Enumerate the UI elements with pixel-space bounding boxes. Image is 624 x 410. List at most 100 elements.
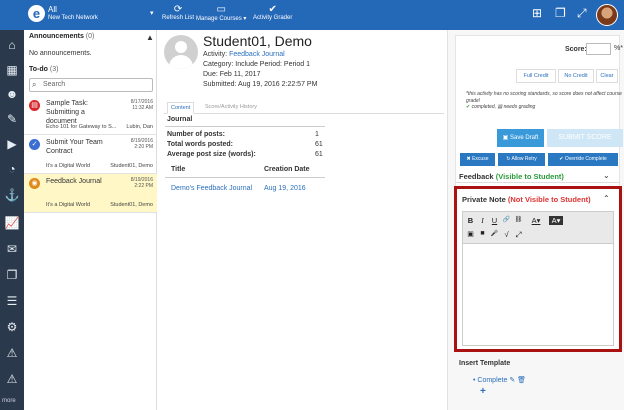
no-announcements-text: No announcements. <box>29 50 92 57</box>
full-credit-button[interactable]: Full Credit <box>516 69 556 83</box>
edit-icon[interactable]: ✎ <box>4 111 20 127</box>
bold-button[interactable]: B <box>466 216 475 225</box>
warning-icon[interactable]: ⚠ <box>4 371 20 387</box>
activity-link[interactable]: Feedback Journal <box>229 51 285 58</box>
top-bar: e All New Tech Network ▾ ⟳ Refresh List … <box>0 0 624 30</box>
italic-button[interactable]: I <box>478 216 487 225</box>
tab-score-history[interactable]: Score/Activity History <box>202 102 260 112</box>
tab-content[interactable]: Content <box>167 102 195 114</box>
todo-student: Lubin, Dan <box>126 124 153 130</box>
chevron-up-icon[interactable]: ⌃ <box>603 194 610 203</box>
clear-button[interactable]: Clear <box>596 69 618 83</box>
echo-logo[interactable]: e <box>28 5 45 22</box>
video-icon[interactable]: ■ <box>478 230 487 237</box>
plus-square-icon[interactable]: ⊞ <box>532 6 542 20</box>
todo-header[interactable]: To-do (3) <box>29 66 58 73</box>
chevron-down-icon[interactable]: ⌄ <box>603 171 610 180</box>
submitted-line: Submitted: Aug 19, 2016 2:22:57 PM <box>203 81 318 88</box>
microphone-icon[interactable]: 🎤 <box>490 230 499 237</box>
cogs-icon[interactable]: ⚙ <box>4 319 20 335</box>
left-panel: Announcements (0) ▲ No announcements. To… <box>24 30 157 410</box>
stat-label: Total words posted: <box>167 141 233 148</box>
content-tabs: Content Score/Activity History <box>164 102 444 114</box>
insert-template-title: Insert Template <box>459 360 511 367</box>
student-name: Student01, Demo <box>203 33 312 49</box>
todo-item[interactable]: ▤ Sample Task: Submitting a document 8/1… <box>24 96 157 135</box>
fullscreen-icon[interactable]: ⤢ <box>514 230 523 240</box>
network-name-label[interactable]: New Tech Network <box>48 15 98 21</box>
todo-count: (3) <box>49 66 59 73</box>
manage-courses-label: Manage Courses ▾ <box>196 16 247 22</box>
save-draft-button[interactable]: ▣ Save Draft <box>497 129 544 147</box>
announcements-header[interactable]: Announcements (0) <box>29 33 94 40</box>
dashboard-icon[interactable]: ◔ <box>4 161 20 177</box>
manage-courses-button[interactable]: ▭ Manage Courses ▾ <box>196 4 246 22</box>
calendar-icon[interactable]: ▦ <box>4 62 20 78</box>
todo-course: It's a Digital World <box>46 202 91 208</box>
private-note-section: Private Note (Not Visible to Student) ⌃ … <box>454 186 622 352</box>
expand-icon[interactable]: ⤢ <box>577 6 587 21</box>
column-header-title[interactable]: Title <box>171 166 185 173</box>
feedback-header[interactable]: Feedback (Visible to Student) <box>459 172 564 181</box>
user-avatar[interactable] <box>596 4 618 26</box>
template-item[interactable]: • Complete ✎ 🗑 <box>473 376 526 384</box>
due-line: Due: Feb 11, 2017 <box>203 71 261 78</box>
submit-score-button[interactable]: SUBMIT SCORE <box>547 129 623 147</box>
left-rail: ⌂ ▦ ☻ ✎ ▶ ◔ ⚓ 📈 ✉ ❐ ☰ ⚙ ⚠ ⚠ more <box>0 30 24 410</box>
chart-icon[interactable]: 📈 <box>4 215 20 231</box>
highlight-color-button[interactable]: A▾ <box>549 216 563 225</box>
todo-item[interactable]: ✓ Submit Your Team Contract 8/19/2016 2:2… <box>24 135 157 174</box>
math-icon[interactable]: √ <box>502 230 511 239</box>
home-icon[interactable]: ⌂ <box>4 37 20 53</box>
retry-icon: ↻ <box>506 156 511 162</box>
unlink-icon[interactable]: ⛓ <box>514 216 523 223</box>
copy-icon[interactable]: ❐ <box>555 6 566 20</box>
document-icon: ▤ <box>497 104 503 110</box>
allow-retry-button[interactable]: ↻ Allow Retry <box>498 153 545 166</box>
main-content: Student01, Demo Activity: Feedback Journ… <box>157 30 447 410</box>
todo-item-selected[interactable]: ◉ Feedback Journal 8/19/2016 2:22 PM It's… <box>24 174 157 213</box>
journal-icon: ◉ <box>29 178 40 189</box>
scoring-note: *this activity has no scoring standards,… <box>466 91 622 110</box>
stat-value: 1 <box>315 131 319 138</box>
refresh-list-button[interactable]: ⟳ Refresh List <box>162 4 194 21</box>
more-link[interactable]: more <box>2 398 16 404</box>
network-caret-icon[interactable]: ▾ <box>150 9 154 17</box>
play-icon[interactable]: ▶ <box>4 136 20 152</box>
journal-row-title-link[interactable]: Demo's Feedback Journal <box>171 185 252 192</box>
task-icon: ▤ <box>29 100 40 111</box>
mail-icon[interactable]: ✉ <box>4 241 20 257</box>
journal-row-date: Aug 19, 2016 <box>264 185 306 192</box>
column-header-date[interactable]: Creation Date <box>264 166 310 173</box>
private-note-editor[interactable]: B I U 🔗 ⛓ A▾ A▾ ▣ ■ 🎤 √ ⤢ <box>462 211 614 346</box>
score-input[interactable] <box>586 43 611 55</box>
users-icon[interactable]: ☻ <box>4 86 20 102</box>
copy-pages-icon[interactable]: ❐ <box>4 267 20 283</box>
todo-student: Student01, Demo <box>110 163 153 169</box>
edit-icon[interactable]: ✎ <box>509 377 515 384</box>
image-icon[interactable]: ▣ <box>466 230 475 238</box>
underline-button[interactable]: U <box>490 216 499 225</box>
list-icon[interactable]: ☰ <box>4 293 20 309</box>
link-icon[interactable]: 🔗 <box>502 216 511 223</box>
search-placeholder: Search <box>43 81 66 88</box>
override-complete-button[interactable]: ✔ Override Complete <box>548 153 618 166</box>
stat-value: 61 <box>315 141 323 148</box>
private-note-header[interactable]: Private Note (Not Visible to Student) <box>462 195 591 204</box>
trash-icon[interactable]: 🗑 <box>517 377 526 384</box>
add-template-button[interactable]: + <box>480 386 486 397</box>
no-credit-button[interactable]: No Credit <box>558 69 594 83</box>
template-complete-link[interactable]: Complete <box>477 377 507 384</box>
stat-label: Average post size (words): <box>167 151 256 158</box>
check-icon: ✔ <box>466 104 471 110</box>
search-input[interactable]: ⌕ Search <box>29 78 153 92</box>
network-all-label[interactable]: All <box>48 5 57 14</box>
todo-title: Sample Task: Submitting a document <box>46 100 88 125</box>
warning-icon[interactable]: ⚠ <box>4 345 20 361</box>
check-circle-icon: ✔ <box>559 156 564 162</box>
chevron-up-icon[interactable]: ▲ <box>146 33 154 42</box>
font-color-button[interactable]: A▾ <box>529 216 543 225</box>
anchor-icon[interactable]: ⚓ <box>4 187 20 203</box>
activity-grader-button[interactable]: ✔ Activity Grader <box>253 4 292 21</box>
excuse-button[interactable]: ✖ Excuse <box>460 153 495 166</box>
